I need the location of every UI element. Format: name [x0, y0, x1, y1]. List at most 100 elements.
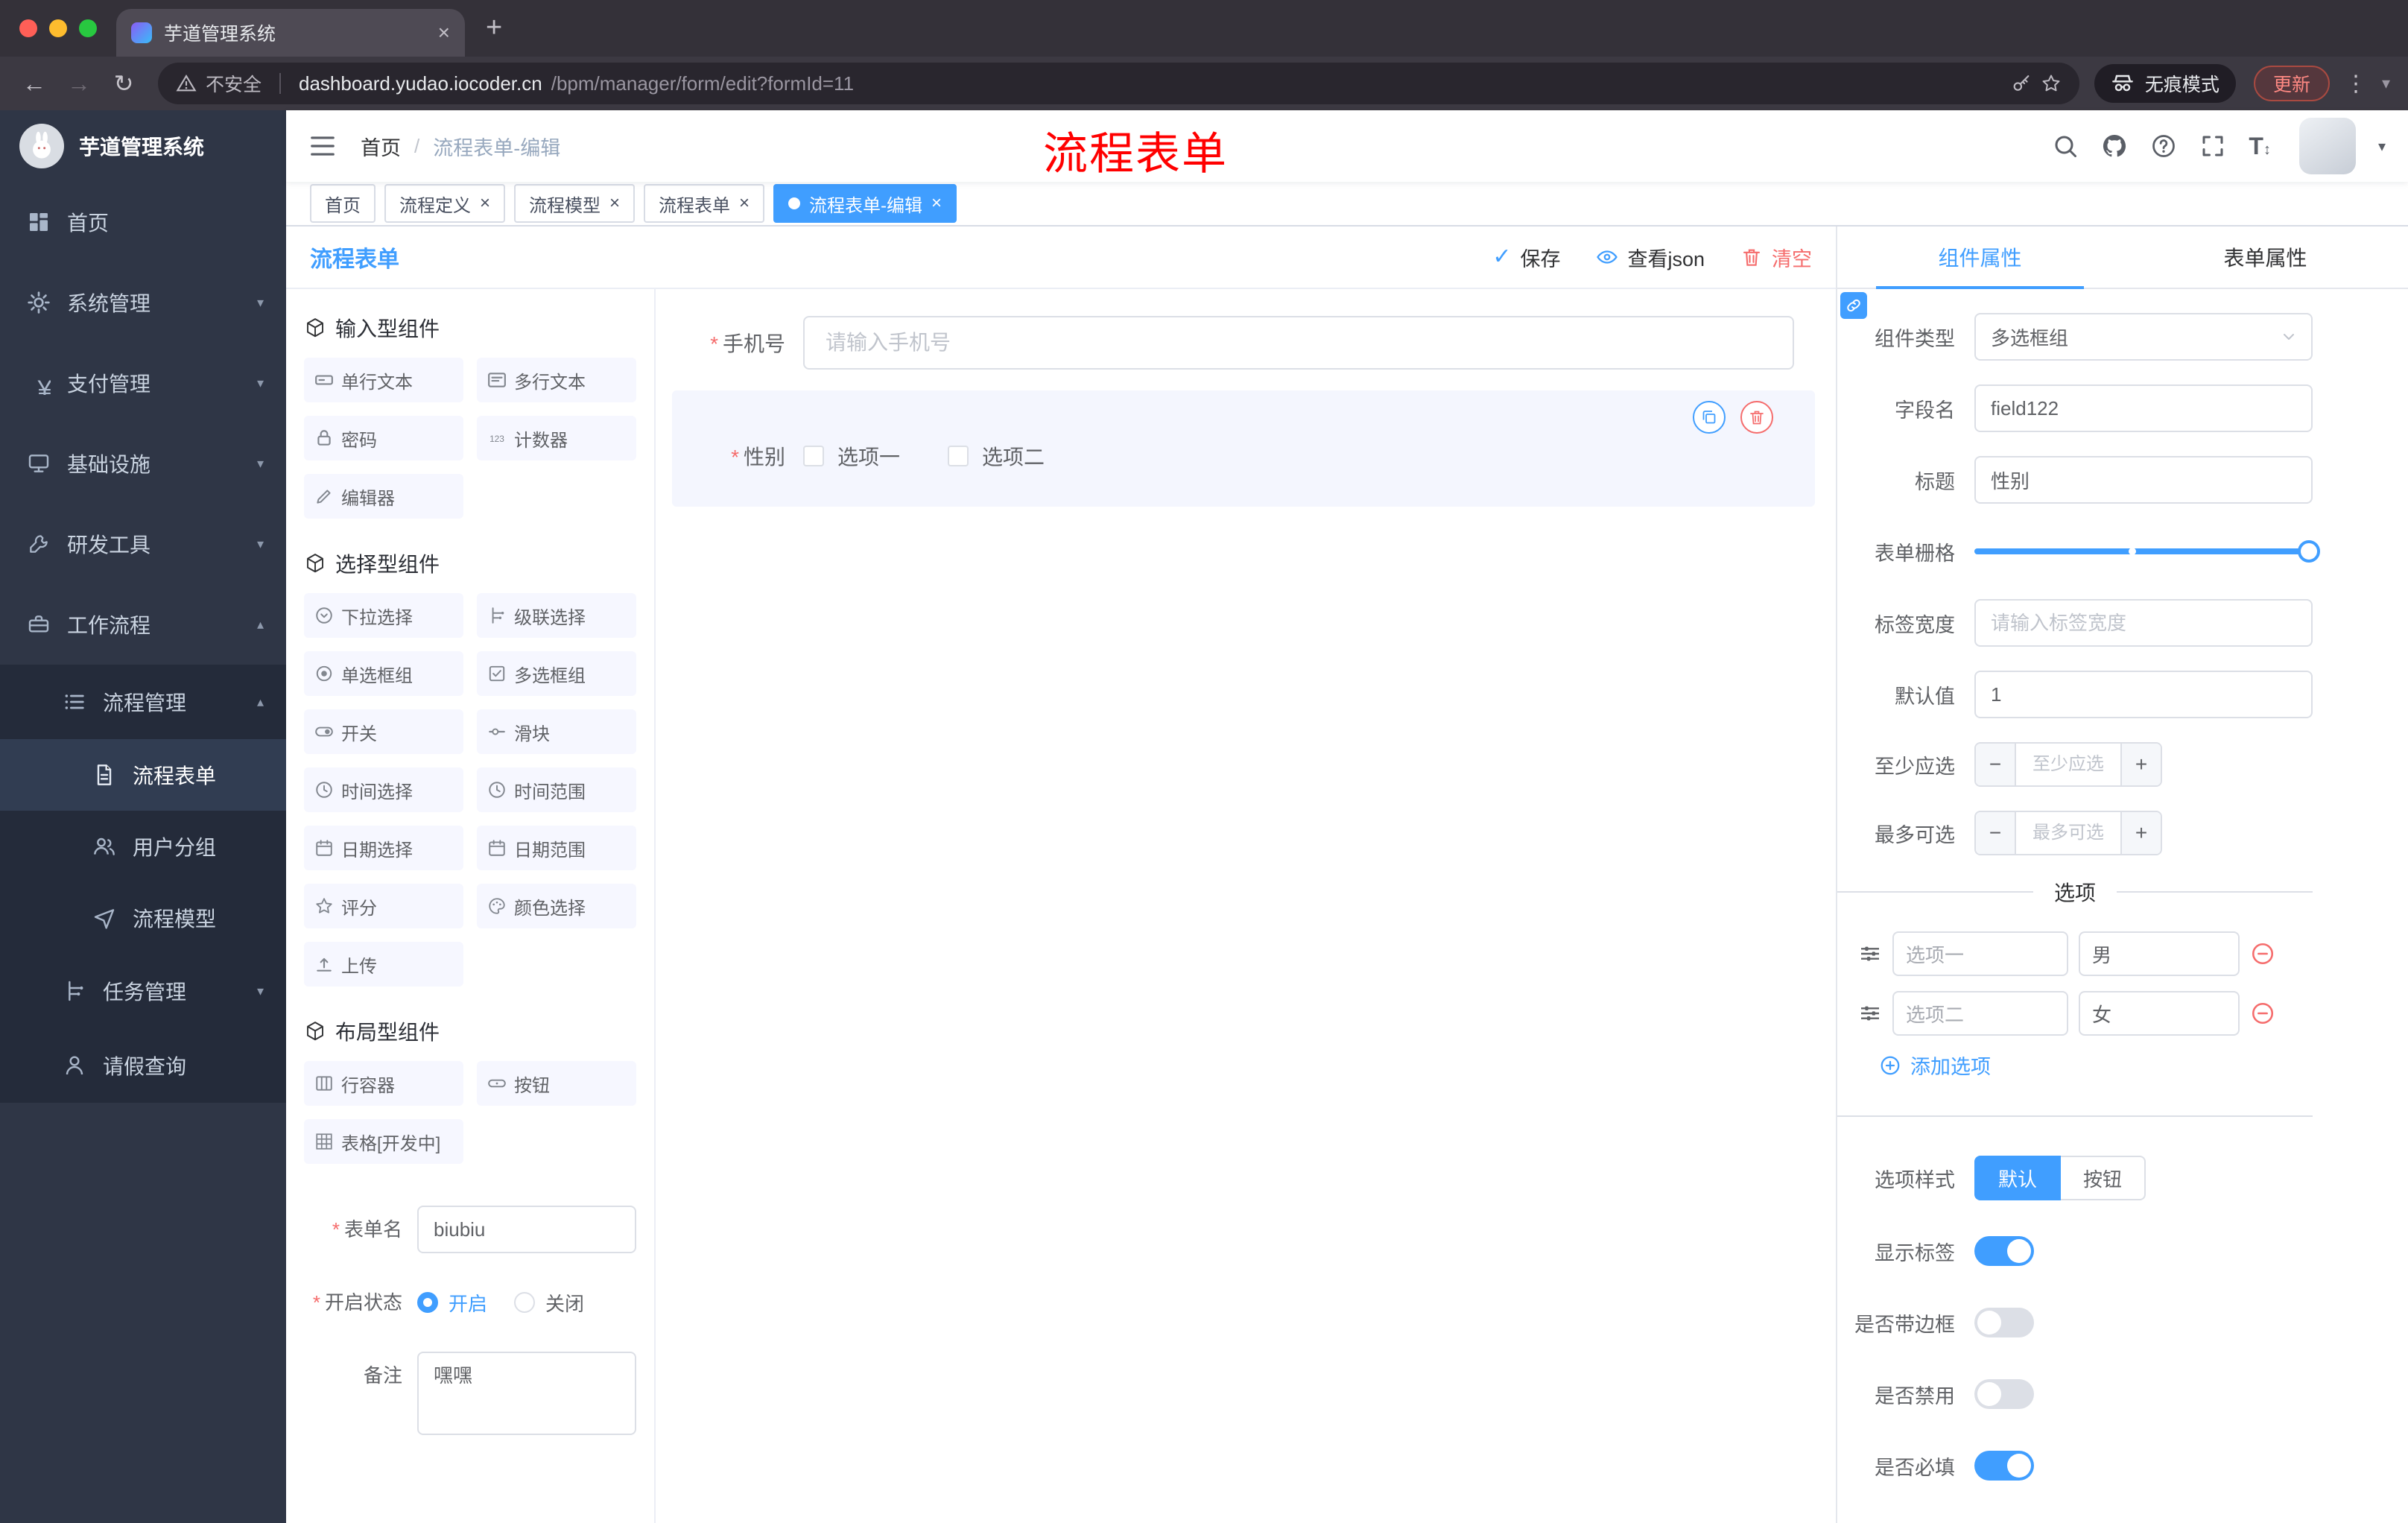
palette-item-table[interactable]: 表格[开发中] — [304, 1119, 463, 1164]
widget-gender-selected[interactable]: * 性别 选项一 选项二 — [672, 390, 1815, 507]
search-icon[interactable] — [2052, 133, 2079, 159]
tag-process-model[interactable]: 流程模型 × — [514, 184, 636, 223]
border-toggle[interactable] — [1974, 1308, 2034, 1337]
sidebar-item-devtools[interactable]: 研发工具 ▾ — [0, 504, 286, 584]
update-button[interactable]: 更新 — [2253, 66, 2330, 101]
option-value-input[interactable] — [2079, 991, 2240, 1036]
tag-close-icon[interactable]: × — [480, 194, 490, 212]
key-icon[interactable] — [2011, 73, 2032, 94]
grid-slider[interactable] — [1974, 528, 2320, 575]
sidebar-item-task-mgmt[interactable]: 任务管理 ▾ — [0, 954, 286, 1028]
sidebar-item-home[interactable]: 首页 — [0, 182, 286, 262]
style-button-button[interactable]: 按钮 — [2061, 1156, 2146, 1200]
plus-button[interactable]: + — [2120, 744, 2161, 785]
palette-item-cascader[interactable]: 级联选择 — [477, 593, 636, 638]
form-remark-textarea[interactable]: 嘿嘿 — [417, 1352, 636, 1435]
palette-item-upload[interactable]: 上传 — [304, 942, 463, 987]
palette-item-single-text[interactable]: 单行文本 — [304, 358, 463, 402]
style-default-button[interactable]: 默认 — [1974, 1156, 2062, 1200]
required-toggle[interactable] — [1974, 1451, 2034, 1481]
palette-item-time-range[interactable]: 时间范围 — [477, 767, 636, 812]
min-select-input[interactable] — [2016, 744, 2120, 785]
title-input[interactable] — [1974, 456, 2313, 504]
field-name-input[interactable] — [1974, 384, 2313, 432]
tag-home[interactable]: 首页 — [310, 184, 376, 223]
widget-phone[interactable]: * 手机号 — [672, 316, 1815, 370]
palette-item-rate[interactable]: 评分 — [304, 884, 463, 928]
save-button[interactable]: ✓ 保存 — [1492, 243, 1560, 272]
slider-handle[interactable] — [2298, 540, 2320, 563]
github-icon[interactable] — [2101, 133, 2128, 159]
minus-button[interactable]: − — [1976, 744, 2016, 785]
palette-item-select[interactable]: 下拉选择 — [304, 593, 463, 638]
sidebar-item-process-mgmt[interactable]: 流程管理 ▴ — [0, 665, 286, 739]
zoom-window-button[interactable] — [79, 19, 97, 37]
sidebar-item-process-model[interactable]: 流程模型 — [0, 882, 286, 954]
palette-item-switch[interactable]: 开关 — [304, 709, 463, 754]
minus-button[interactable]: − — [1976, 812, 2016, 854]
add-option-button[interactable]: 添加选项 — [1879, 1051, 2313, 1080]
palette-item-date-picker[interactable]: 日期选择 — [304, 826, 463, 870]
sidebar-item-infra[interactable]: 基础设施 ▾ — [0, 423, 286, 504]
palette-item-checkbox-group[interactable]: 多选框组 — [477, 651, 636, 696]
default-value-input[interactable] — [1974, 671, 2313, 718]
tag-process-form[interactable]: 流程表单 × — [644, 184, 765, 223]
radio-open[interactable]: 开启 — [417, 1289, 487, 1317]
chevron-down-icon[interactable]: ▾ — [2382, 74, 2393, 93]
plus-button[interactable]: + — [2120, 812, 2161, 854]
palette-item-time-picker[interactable]: 时间选择 — [304, 767, 463, 812]
form-name-input[interactable] — [417, 1206, 636, 1253]
minimize-window-button[interactable] — [49, 19, 67, 37]
palette-item-row-container[interactable]: 行容器 — [304, 1061, 463, 1106]
palette-item-textarea[interactable]: 多行文本 — [477, 358, 636, 402]
copy-widget-button[interactable] — [1693, 401, 1726, 434]
palette-item-password[interactable]: 密码 — [304, 416, 463, 460]
view-json-button[interactable]: 查看json — [1596, 243, 1705, 272]
remove-option-icon[interactable] — [2250, 1001, 2275, 1026]
clear-button[interactable]: 清空 — [1740, 243, 1812, 272]
question-icon[interactable] — [2150, 133, 2177, 159]
hamburger-icon[interactable] — [308, 132, 337, 160]
breadcrumb-home[interactable]: 首页 — [361, 132, 401, 161]
radio-closed[interactable]: 关闭 — [514, 1289, 584, 1317]
tab-component-props[interactable]: 组件属性 — [1837, 227, 2123, 289]
link-icon-button[interactable] — [1840, 292, 1867, 319]
component-type-select[interactable]: 多选框组 — [1974, 313, 2313, 361]
max-select-input[interactable] — [2016, 812, 2120, 854]
new-tab-button[interactable]: + — [486, 13, 502, 42]
delete-widget-button[interactable] — [1740, 401, 1773, 434]
reload-icon[interactable]: ↻ — [104, 69, 143, 98]
sidebar-item-process-form[interactable]: 流程表单 — [0, 739, 286, 811]
checkbox-option-2[interactable]: 选项二 — [948, 441, 1045, 471]
sidebar-item-workflow[interactable]: 工作流程 ▴ — [0, 584, 286, 665]
disabled-toggle[interactable] — [1974, 1379, 2034, 1409]
avatar[interactable] — [2298, 118, 2356, 174]
back-icon[interactable]: ← — [15, 70, 54, 98]
palette-item-radio-group[interactable]: 单选框组 — [304, 651, 463, 696]
option-value-input[interactable] — [2079, 931, 2240, 976]
font-size-icon[interactable]: T ↕ — [2249, 133, 2271, 160]
tag-process-form-edit[interactable]: 流程表单-编辑 × — [773, 184, 957, 223]
forward-icon[interactable]: → — [60, 70, 98, 98]
palette-item-slider[interactable]: 滑块 — [477, 709, 636, 754]
tag-close-icon[interactable]: × — [931, 194, 942, 212]
remove-option-icon[interactable] — [2250, 941, 2275, 966]
sidebar-item-payment[interactable]: ¥ 支付管理 ▾ — [0, 343, 286, 423]
browser-tab[interactable]: 芋道管理系统 × — [116, 9, 465, 57]
tag-close-icon[interactable]: × — [609, 194, 620, 212]
browser-menu-icon[interactable]: ⋮ — [2336, 71, 2376, 97]
label-width-input[interactable] — [1974, 599, 2313, 647]
sidebar-item-user-group[interactable]: 用户分组 — [0, 811, 286, 882]
palette-item-editor[interactable]: 编辑器 — [304, 474, 463, 519]
tag-close-icon[interactable]: × — [739, 194, 750, 212]
checkbox-option-1[interactable]: 选项一 — [803, 441, 900, 471]
palette-item-counter[interactable]: 计数器 — [477, 416, 636, 460]
option-label-input[interactable] — [1892, 991, 2068, 1036]
palette-item-button[interactable]: 按钮 — [477, 1061, 636, 1106]
tab-close-icon[interactable]: × — [438, 22, 450, 43]
drag-handle-icon[interactable] — [1858, 1001, 1882, 1025]
palette-item-date-range[interactable]: 日期范围 — [477, 826, 636, 870]
close-window-button[interactable] — [19, 19, 37, 37]
chevron-down-icon[interactable]: ▾ — [2378, 137, 2386, 156]
sidebar-item-system[interactable]: 系统管理 ▾ — [0, 262, 286, 343]
